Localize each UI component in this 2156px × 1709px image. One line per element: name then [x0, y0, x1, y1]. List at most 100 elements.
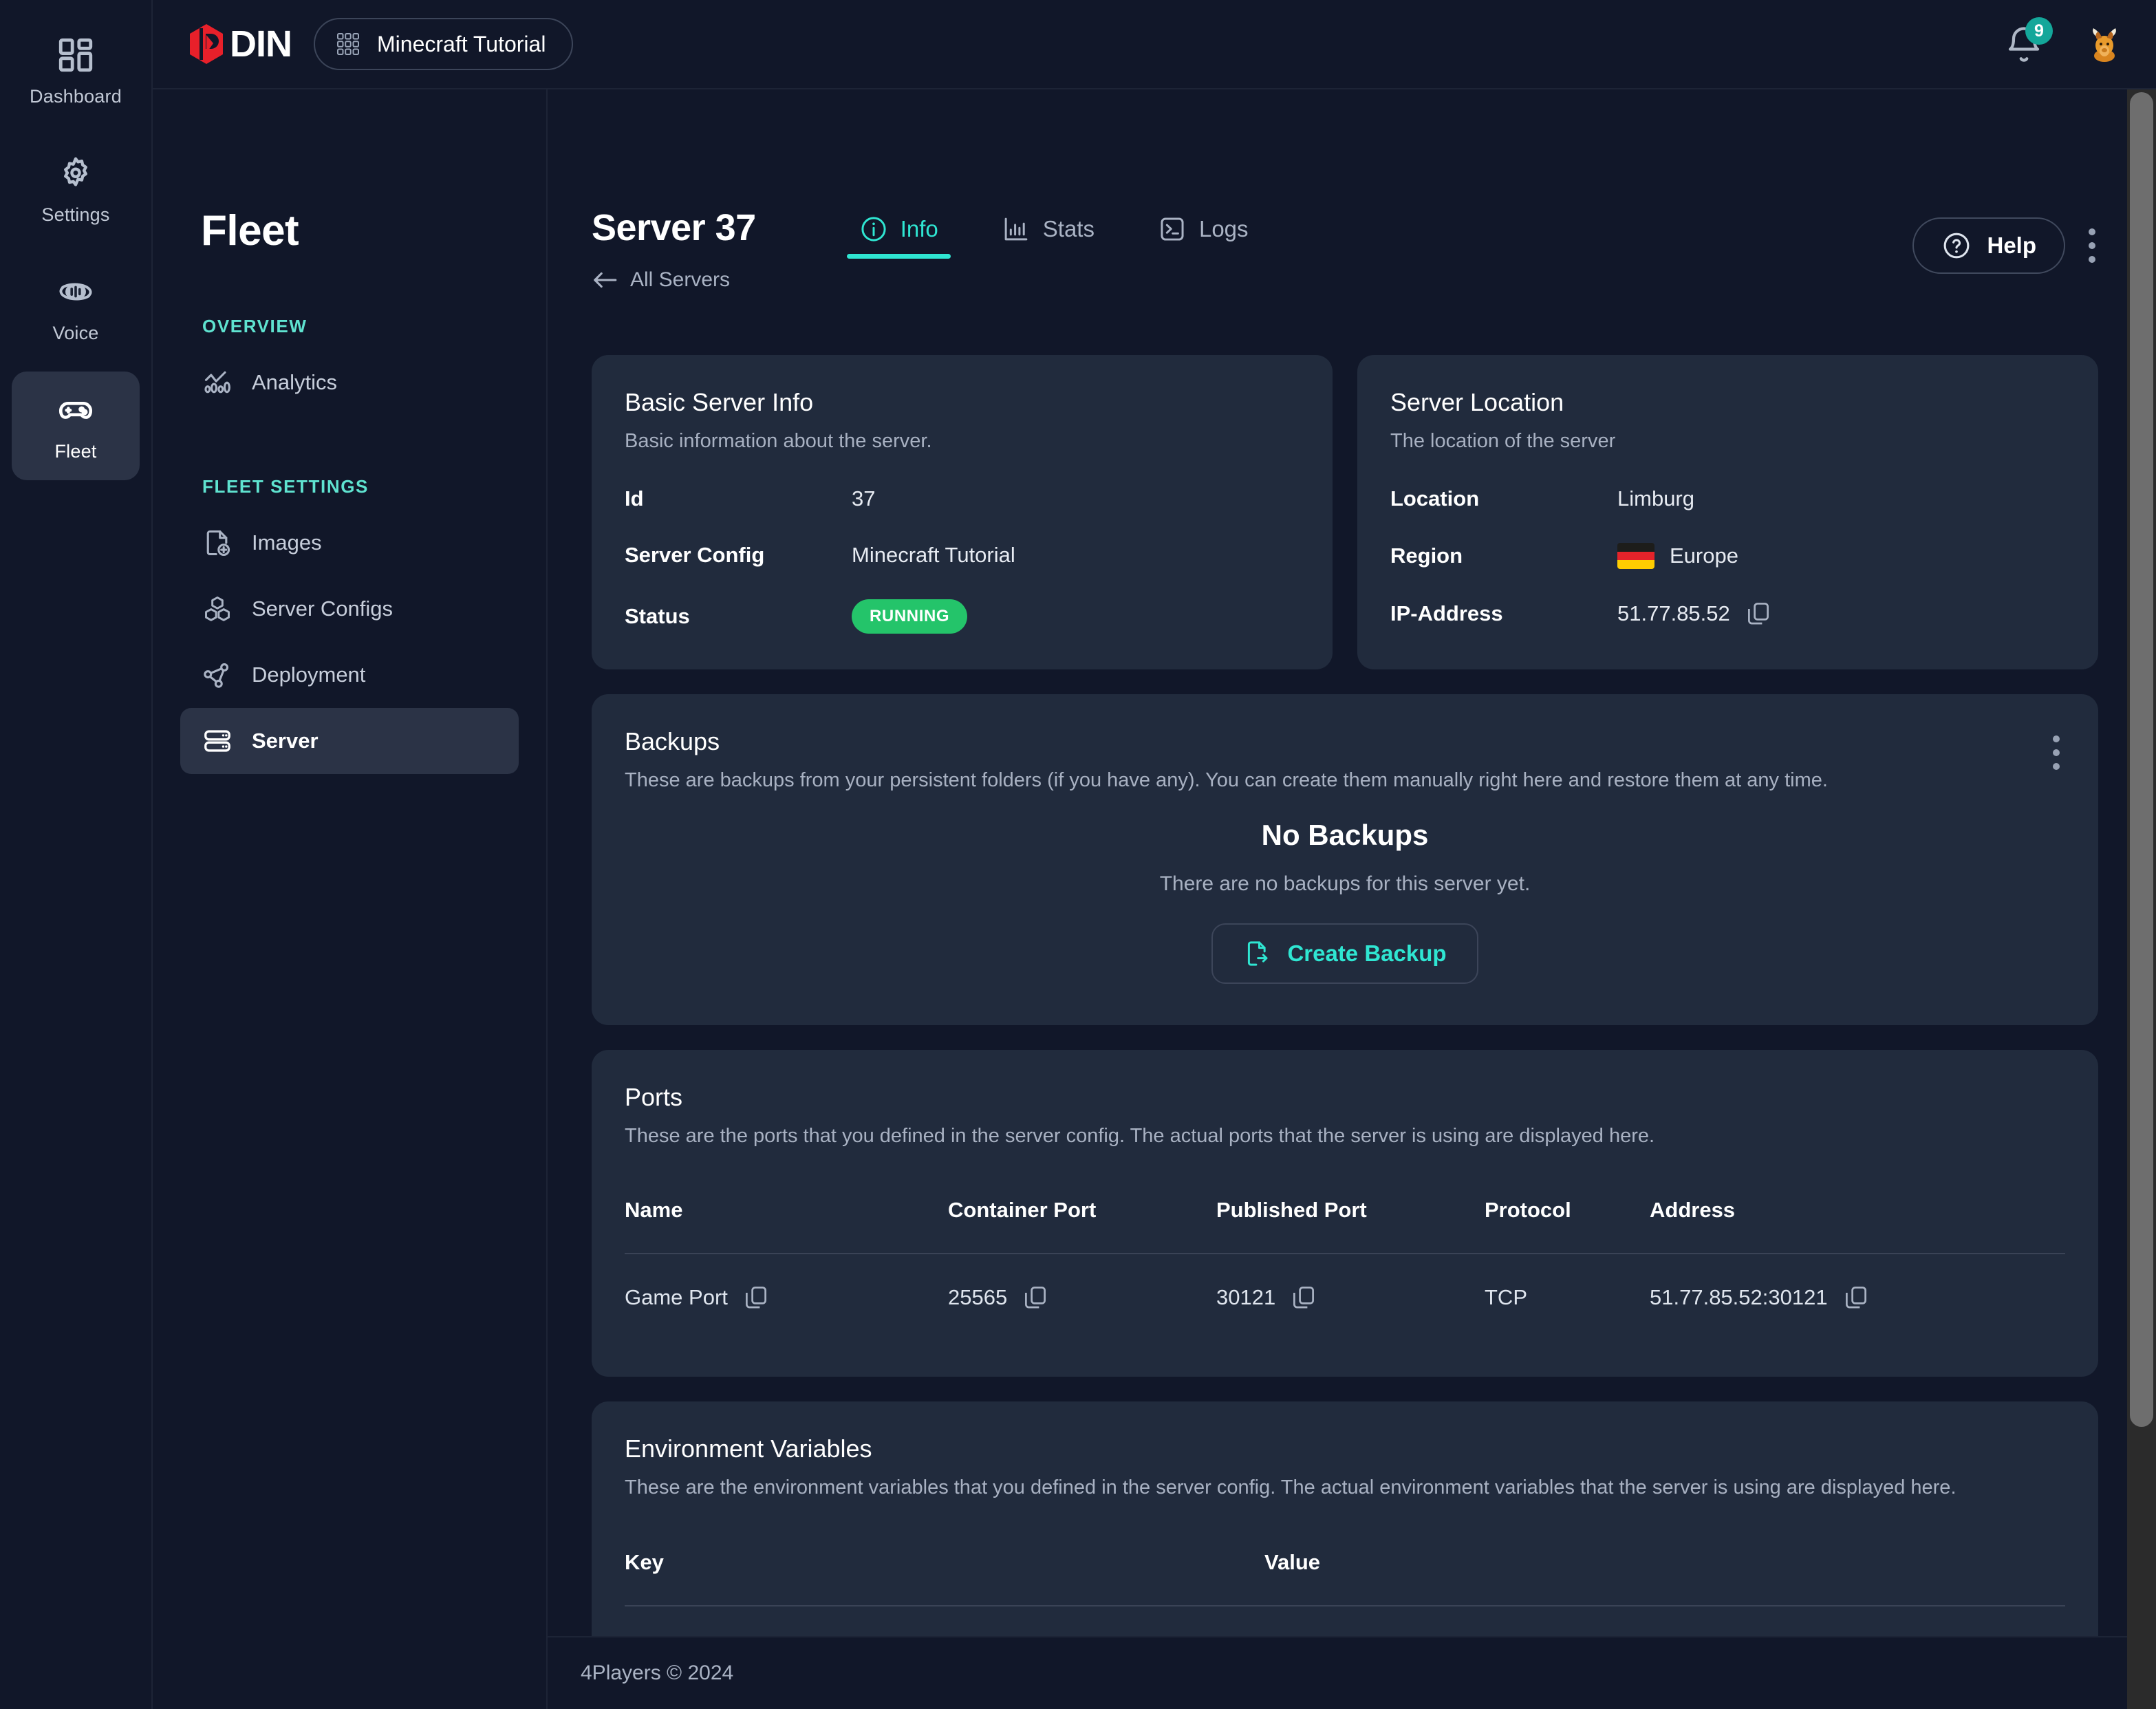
footer-copyright: 4Players © 2024: [581, 1662, 734, 1684]
sidebar-item-server[interactable]: Server: [180, 708, 519, 774]
ports-card: Ports These are the ports that you defin…: [592, 1050, 2098, 1377]
germany-flag-icon: [1617, 543, 1654, 570]
tab-stats[interactable]: Stats: [989, 215, 1107, 259]
info-row-status: Status RUNNING: [625, 599, 1300, 634]
arrow-left-icon: [592, 270, 618, 290]
page-title: Server 37: [592, 207, 756, 248]
sidebar-item-label: Server Configs: [252, 596, 394, 621]
avatar[interactable]: [2083, 23, 2126, 65]
share-nodes-icon: [202, 660, 233, 690]
column-header-published-port: Published Port: [1216, 1198, 1367, 1223]
table-row: Game Port 25565 30121 TCP 51.77.85.52:30…: [625, 1254, 2065, 1341]
location-row-key: Location: [1390, 486, 1480, 511]
info-row-key: Server Config: [625, 543, 765, 568]
fleet-sidebar: Fleet OVERVIEW Analytics FLEET SETTINGS …: [153, 89, 548, 1709]
help-button[interactable]: Help: [1912, 217, 2065, 274]
location-row-value: 51.77.85.52: [1617, 601, 1771, 627]
ip-address-value: 51.77.85.52: [1617, 601, 1730, 626]
copy-icon[interactable]: [1291, 1285, 1317, 1311]
sidebar-item-label: Deployment: [252, 663, 366, 687]
info-row-id: Id 37: [625, 486, 1300, 511]
cell-port-name: Game Port: [625, 1285, 948, 1311]
column-header-address: Address: [1650, 1198, 1736, 1223]
sidebar-title: Fleet: [201, 207, 299, 255]
location-row-value: Limburg: [1617, 486, 1694, 511]
brand-text: DIN: [230, 23, 292, 65]
sidebar-item-label: Analytics: [252, 370, 338, 394]
primary-rail: Dashboard Settings Voice Fleet: [0, 0, 153, 1709]
create-backup-label: Create Backup: [1287, 941, 1447, 967]
main-content: Server 37 All Servers Info Stats Logs He…: [548, 89, 2156, 1636]
view-tabs: Info Stats Logs: [846, 206, 1261, 259]
column-header-key: Key: [625, 1549, 664, 1574]
address-value: 51.77.85.52:30121: [1650, 1285, 1828, 1310]
cubes-icon: [202, 594, 233, 624]
card-title: Environment Variables: [625, 1434, 872, 1463]
bar-chart-icon: [1002, 215, 1031, 244]
column-header-name: Name: [625, 1198, 683, 1223]
back-to-all-servers-link[interactable]: All Servers: [592, 268, 756, 292]
copy-icon[interactable]: [743, 1285, 769, 1311]
tab-logs[interactable]: Logs: [1145, 215, 1261, 259]
backup-export-icon: [1243, 939, 1272, 968]
voice-icon: [56, 272, 96, 312]
sidebar-item-server-configs[interactable]: Server Configs: [180, 576, 519, 642]
basic-server-info-card: Basic Server Info Basic information abou…: [592, 355, 1333, 670]
empty-state-subtitle: There are no backups for this server yet…: [1159, 872, 1531, 896]
server-icon: [202, 726, 233, 756]
region-label: Europe: [1670, 544, 1738, 568]
footer: 4Players © 2024: [548, 1636, 2156, 1709]
info-row-value: Minecraft Tutorial: [852, 543, 1015, 568]
rail-item-label: Dashboard: [30, 85, 122, 107]
copy-icon[interactable]: [1022, 1285, 1048, 1311]
environment-variables-card: Environment Variables These are the envi…: [592, 1401, 2098, 1636]
location-row-location: Location Limburg: [1390, 486, 2065, 511]
published-port-value: 30121: [1216, 1285, 1276, 1310]
create-backup-button[interactable]: Create Backup: [1211, 923, 1478, 985]
container-port-value: 25565: [948, 1285, 1008, 1310]
backups-card: Backups These are backups from your pers…: [592, 694, 2098, 1026]
card-title: Backups: [625, 727, 720, 756]
app-root: Dashboard Settings Voice Fleet DIN Minec…: [0, 0, 2156, 1709]
sidebar-item-analytics[interactable]: Analytics: [180, 350, 519, 416]
card-subtitle: The location of the server: [1390, 430, 1616, 452]
scrollbar-thumb[interactable]: [2130, 92, 2153, 1427]
env-vars-table: Key Value DIFFICULTY: [625, 1550, 2065, 1636]
card-title: Server Location: [1390, 388, 1564, 416]
dashboard-icon: [56, 35, 96, 75]
ports-table: Name Container Port Published Port Proto…: [625, 1198, 2065, 1341]
column-header-protocol: Protocol: [1485, 1198, 1571, 1223]
backups-more-menu-button[interactable]: [2050, 730, 2062, 775]
info-row-value: 37: [852, 486, 876, 511]
notifications-button[interactable]: 9: [2003, 17, 2053, 65]
copy-icon[interactable]: [1843, 1285, 1869, 1311]
sidebar-item-images[interactable]: Images: [180, 510, 519, 576]
location-row-key: IP-Address: [1390, 601, 1503, 626]
kebab-dot: [2053, 735, 2060, 743]
question-circle-icon: [1941, 230, 1972, 261]
rail-item-label: Voice: [52, 322, 99, 343]
rail-item-fleet[interactable]: Fleet: [12, 372, 140, 480]
nav-group-fleet-settings-label: FLEET SETTINGS: [202, 476, 369, 497]
rail-item-voice[interactable]: Voice: [12, 253, 140, 362]
vertical-scrollbar[interactable]: [2127, 89, 2156, 1709]
ports-table-header: Name Container Port Published Port Proto…: [625, 1198, 2065, 1255]
rail-item-settings[interactable]: Settings: [12, 135, 140, 244]
page-more-menu-button[interactable]: [2086, 223, 2098, 268]
body-region: Fleet OVERVIEW Analytics FLEET SETTINGS …: [153, 89, 2156, 1709]
rail-item-dashboard[interactable]: Dashboard: [12, 17, 140, 125]
server-config-chip[interactable]: Minecraft Tutorial: [314, 18, 574, 70]
kebab-dot: [2053, 763, 2060, 771]
sidebar-item-deployment[interactable]: Deployment: [180, 642, 519, 708]
tab-info[interactable]: Info: [846, 215, 951, 259]
tab-label: Logs: [1198, 216, 1249, 241]
page-title-block: Server 37 All Servers: [592, 206, 756, 292]
copy-icon[interactable]: [1745, 601, 1771, 627]
card-subtitle: These are the ports that you defined in …: [625, 1125, 1655, 1148]
location-row-key: Region: [1390, 544, 1463, 568]
kebab-dot: [2089, 228, 2095, 235]
sidebar-item-label: Images: [252, 530, 322, 555]
empty-state-title: No Backups: [1261, 819, 1429, 852]
chip-label: Minecraft Tutorial: [377, 31, 546, 56]
brand[interactable]: DIN: [186, 23, 292, 65]
